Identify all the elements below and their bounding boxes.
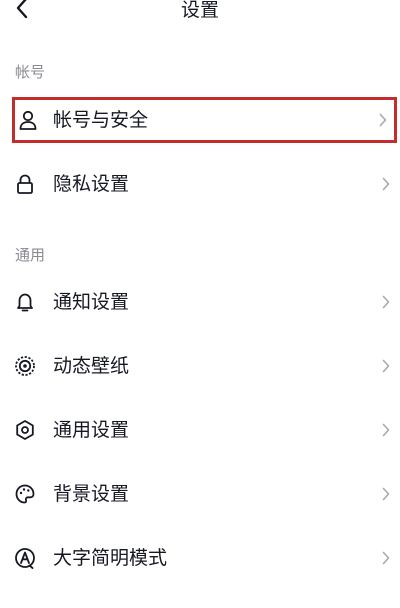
section-header-account: 帐号 [15,63,46,81]
palette-icon [13,482,37,506]
chevron-right-icon [378,176,394,192]
settings-item-label: 动态壁纸 [53,355,130,377]
chevron-right-icon [378,550,394,566]
chevron-right-icon [378,486,394,502]
settings-item-general-settings[interactable]: 通用设置 [0,407,400,453]
chevron-right-icon [378,358,394,374]
gear-icon [13,418,37,442]
settings-item-privacy[interactable]: 隐私设置 [0,161,400,207]
settings-item-label: 通知设置 [53,291,130,313]
lock-icon [13,172,37,196]
settings-item-label: 大字简明模式 [53,547,168,569]
bell-icon [13,290,37,314]
settings-item-label: 帐号与安全 [53,109,149,131]
large-text-mode-icon [13,546,37,570]
settings-page: 设置 帐号 帐号与安全 隐私设置 通用 通知设置 动态壁纸 通用设置 背景设置 … [0,0,400,608]
settings-item-background[interactable]: 背景设置 [0,471,400,517]
chevron-right-icon [375,112,391,128]
settings-item-label: 隐私设置 [53,173,130,195]
settings-item-large-text-mode[interactable]: 大字简明模式 [0,535,400,581]
live-wallpaper-icon [13,354,37,378]
page-title: 设置 [180,0,219,21]
navigation-bar: 设置 [0,0,400,24]
settings-item-account-security[interactable]: 帐号与安全 [12,97,397,143]
chevron-right-icon [378,422,394,438]
settings-item-notifications[interactable]: 通知设置 [0,279,400,325]
chevron-right-icon [378,294,394,310]
settings-item-label: 通用设置 [53,419,130,441]
section-header-general: 通用 [15,246,46,264]
settings-item-label: 背景设置 [53,483,130,505]
user-icon [16,108,40,132]
settings-item-live-wallpaper[interactable]: 动态壁纸 [0,343,400,389]
